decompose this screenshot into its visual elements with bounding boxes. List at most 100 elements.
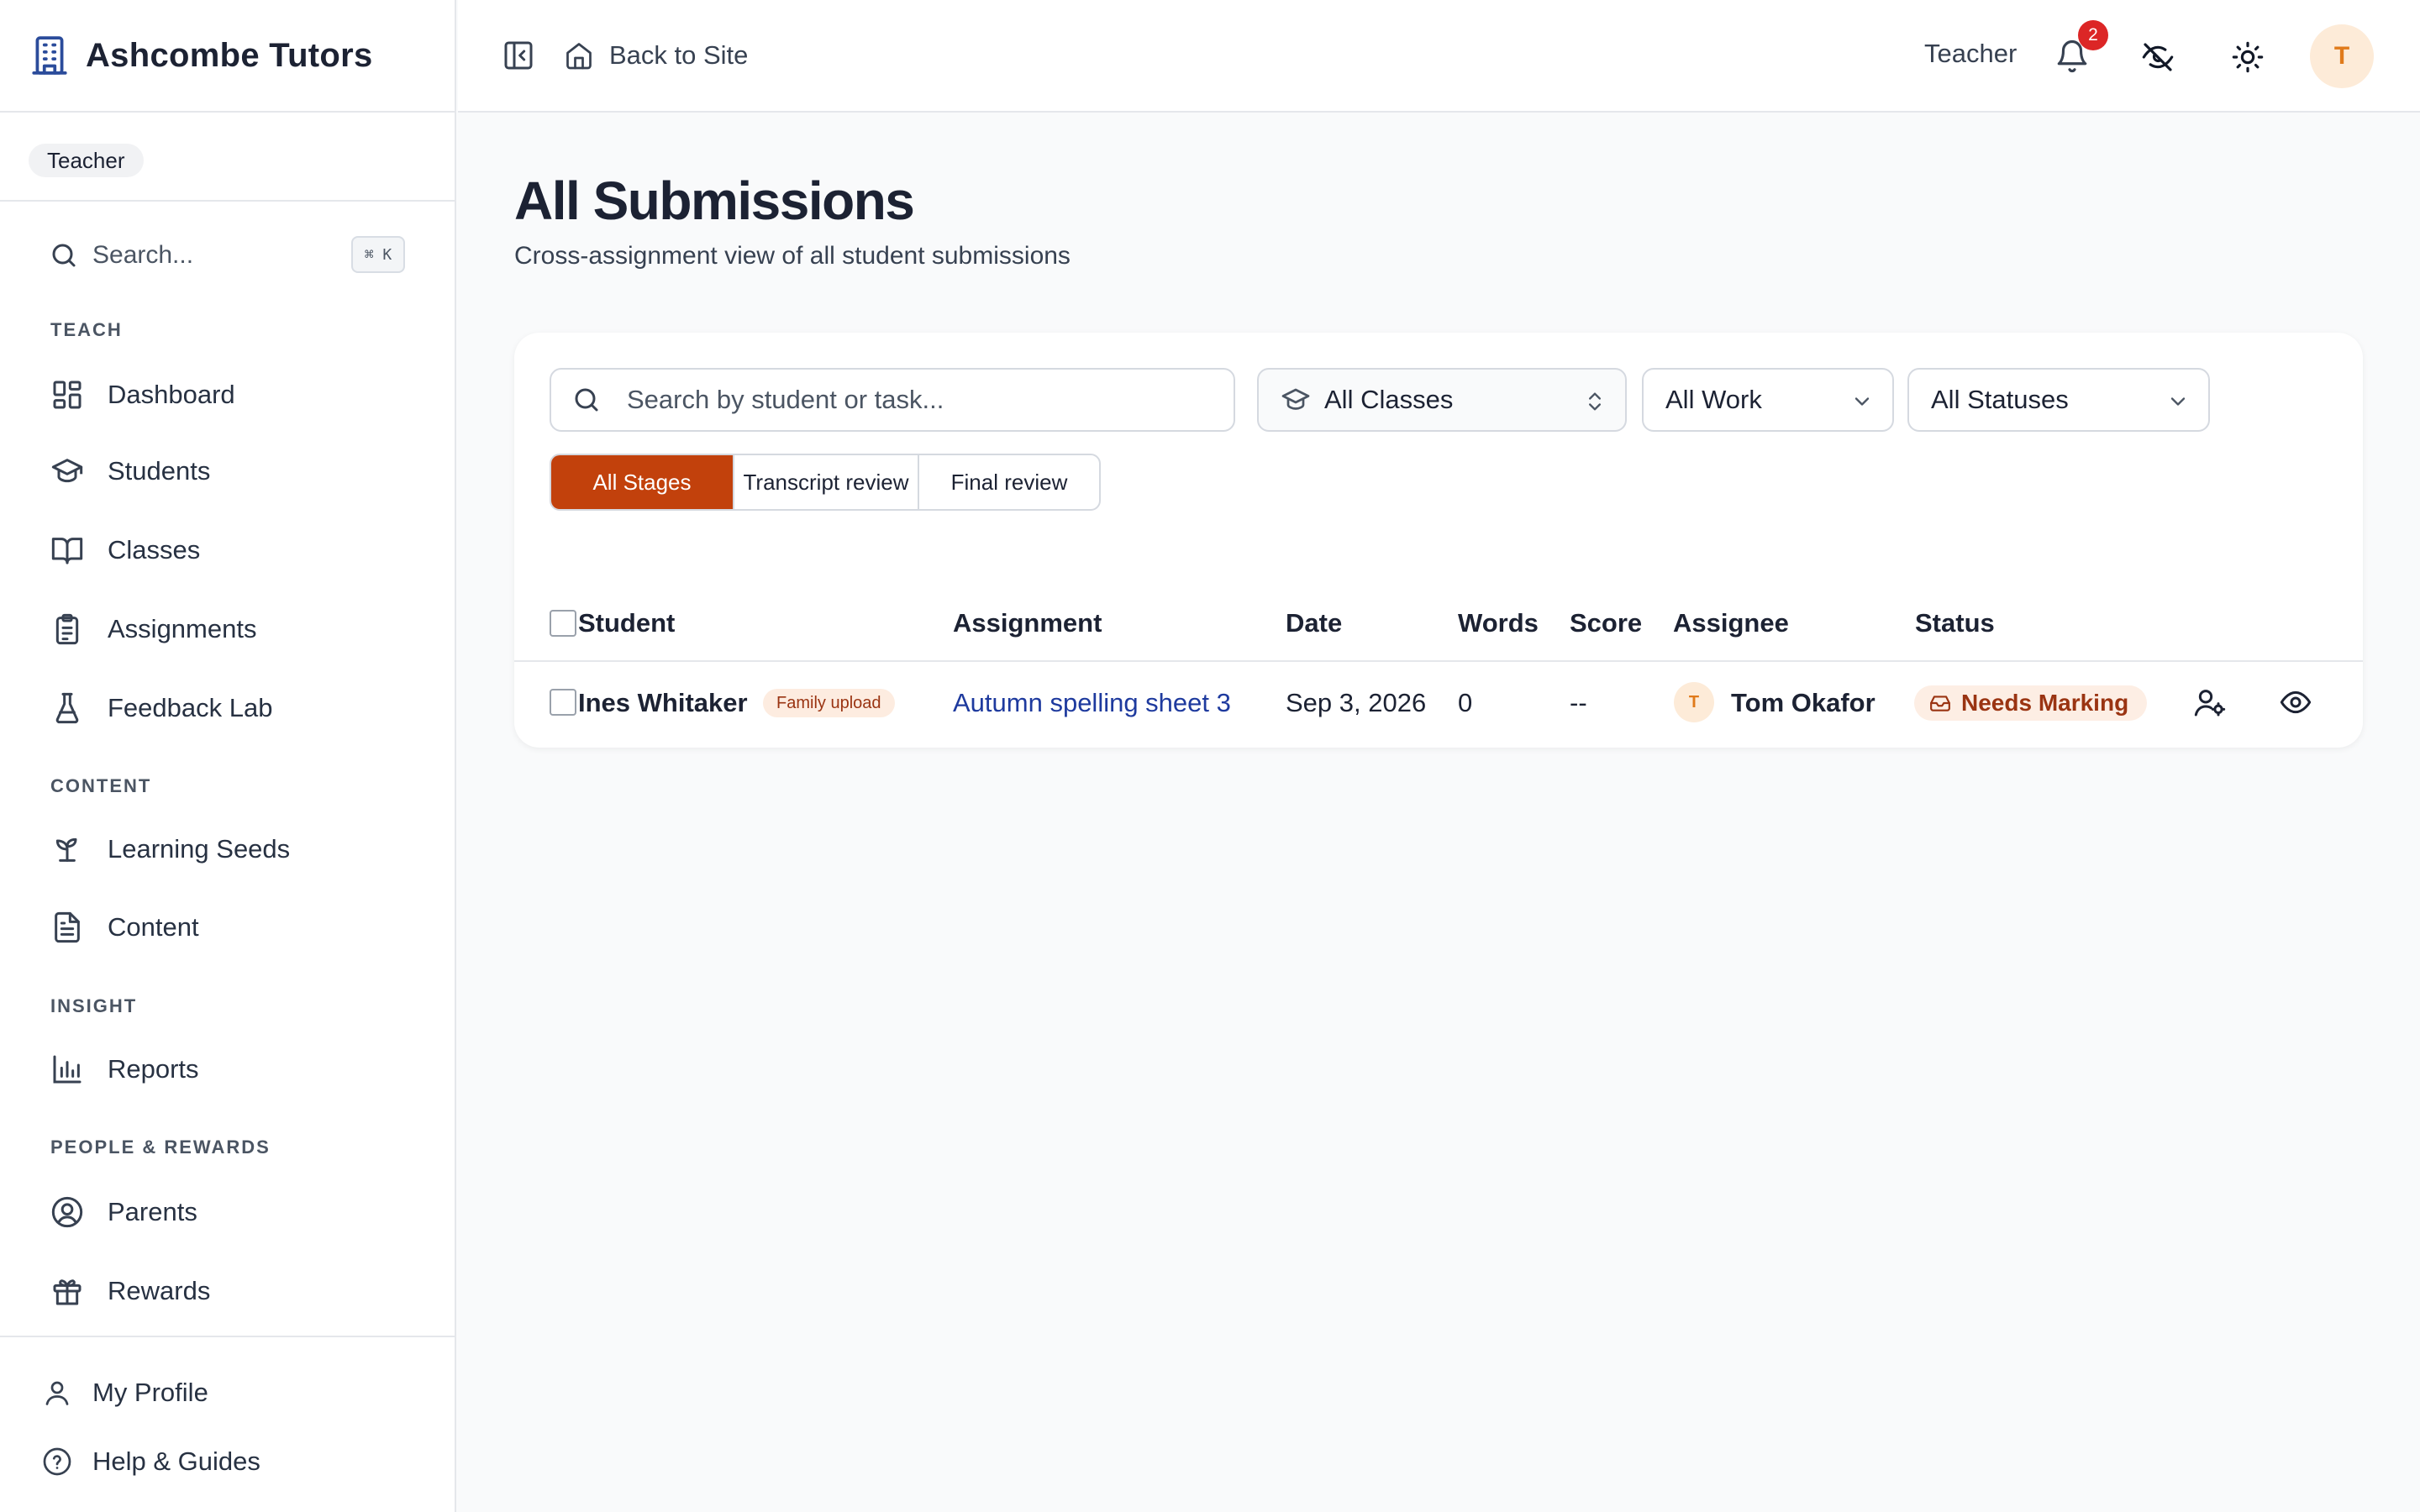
book-open-icon (50, 533, 84, 567)
clipboard-list-icon (50, 612, 84, 646)
chevron-down-icon (2166, 390, 2190, 413)
sidebar-item-feedback-lab[interactable]: Feedback Lab (50, 686, 420, 730)
submission-date: Sep 3, 2026 (1286, 688, 1427, 717)
sidebar-item-reports[interactable]: Reports (50, 1047, 420, 1091)
sidebar: Ashcombe Tutors Teacher Search... ⌘ K TE… (0, 0, 456, 1512)
assignment-link[interactable]: Autumn spelling sheet 3 (953, 688, 1231, 718)
divider (514, 660, 2363, 662)
help-circle-icon (42, 1446, 72, 1477)
student-name[interactable]: Ines Whitaker (578, 688, 748, 718)
chevrons-up-down-icon (1583, 390, 1607, 413)
role-area: Teacher (0, 113, 455, 202)
sidebar-item-label: Assignments (108, 614, 257, 643)
column-header-assignment[interactable]: Assignment (953, 608, 1102, 638)
sidebar-toggle-icon[interactable] (502, 39, 535, 72)
sidebar-item-rewards[interactable]: Rewards (50, 1269, 420, 1313)
back-to-site-label: Back to Site (609, 40, 749, 70)
sidebar-search-placeholder: Search... (92, 241, 194, 269)
sidebar-item-dashboard[interactable]: Dashboard (50, 373, 420, 417)
back-to-site-link[interactable]: Back to Site (564, 37, 748, 74)
building-icon (29, 34, 71, 76)
sidebar-item-label: Students (108, 456, 211, 486)
column-header-score[interactable]: Score (1570, 608, 1642, 638)
class-select-value: All Classes (1324, 385, 1454, 414)
sidebar-item-students[interactable]: Students (50, 449, 420, 493)
role-chip: Teacher (29, 144, 144, 177)
graduation-cap-icon (50, 454, 84, 488)
status-label: Needs Marking (1961, 690, 2129, 716)
assignee-name: Tom Okafor (1731, 688, 1876, 717)
gift-icon (50, 1274, 84, 1308)
search-input[interactable]: Search by student or task... (550, 368, 1235, 432)
work-select[interactable]: All Work (1642, 368, 1894, 432)
section-label-content: CONTENT (50, 775, 152, 796)
stage-filter: All Stages Transcript review Final revie… (550, 454, 1101, 511)
view-eye-icon[interactable] (2279, 685, 2312, 719)
sidebar-item-my-profile[interactable]: My Profile (42, 1372, 208, 1414)
header-role: Teacher (1924, 39, 2018, 68)
work-select-value: All Work (1665, 385, 1762, 414)
home-icon (564, 40, 594, 71)
sidebar-item-learning-seeds[interactable]: Learning Seeds (50, 827, 420, 871)
status-badge: Needs Marking (1914, 685, 2148, 721)
sidebar-item-content[interactable]: Content (50, 906, 420, 949)
status-select[interactable]: All Statuses (1907, 368, 2210, 432)
assignee-avatar: T (1674, 682, 1714, 722)
page-title: All Submissions (514, 171, 915, 231)
inbox-icon (1929, 692, 1951, 714)
sidebar-item-label: Help & Guides (92, 1446, 260, 1476)
sidebar-item-label: Classes (108, 535, 201, 564)
sun-icon[interactable] (2231, 40, 2265, 74)
assign-user-icon[interactable] (2193, 685, 2227, 719)
user-circle-icon (50, 1195, 84, 1229)
column-header-assignee[interactable]: Assignee (1673, 608, 1789, 638)
stage-tab-all[interactable]: All Stages (551, 455, 733, 509)
section-label-teach: TEACH (50, 319, 123, 340)
status-select-value: All Statuses (1931, 385, 2069, 414)
sidebar-item-label: Reports (108, 1054, 199, 1084)
notification-badge: 2 (2078, 20, 2108, 50)
eye-off-icon[interactable] (2141, 40, 2175, 74)
sidebar-item-label: Learning Seeds (108, 834, 291, 864)
score: -- (1570, 688, 1587, 717)
sidebar-footer: My Profile Help & Guides (0, 1336, 456, 1512)
select-all-checkbox[interactable] (550, 610, 576, 637)
graduation-cap-icon (1281, 385, 1311, 415)
column-header-status[interactable]: Status (1915, 608, 1995, 638)
search-placeholder: Search by student or task... (627, 385, 944, 414)
bar-chart-icon (50, 1053, 84, 1086)
sidebar-item-label: My Profile (92, 1378, 208, 1407)
brand[interactable]: Ashcombe Tutors (0, 0, 455, 113)
search-icon (571, 385, 602, 415)
column-header-student[interactable]: Student (578, 608, 675, 638)
flask-icon (50, 691, 84, 725)
sidebar-item-label: Content (108, 912, 199, 942)
sidebar-item-label: Dashboard (108, 380, 235, 409)
class-select[interactable]: All Classes (1257, 368, 1627, 432)
column-header-words[interactable]: Words (1458, 608, 1539, 638)
section-label-insight: INSIGHT (50, 995, 138, 1016)
sidebar-item-label: Rewards (108, 1276, 211, 1305)
top-header: Back to Site Teacher 2 T (458, 0, 2420, 113)
file-text-icon (50, 911, 84, 944)
user-icon (42, 1378, 72, 1408)
sprout-icon (50, 832, 84, 866)
row-checkbox[interactable] (550, 689, 576, 716)
dashboard-icon (50, 378, 84, 412)
sidebar-item-help-guides[interactable]: Help & Guides (42, 1441, 260, 1483)
submissions-card: Search by student or task... All Classes… (514, 333, 2363, 748)
sidebar-item-assignments[interactable]: Assignments (50, 607, 420, 651)
column-header-date[interactable]: Date (1286, 608, 1342, 638)
avatar[interactable]: T (2310, 24, 2374, 88)
word-count: 0 (1458, 688, 1473, 717)
section-label-people-rewards: PEOPLE & REWARDS (50, 1137, 271, 1158)
chevron-down-icon (1850, 390, 1874, 413)
stage-tab-final-review[interactable]: Final review (918, 455, 1099, 509)
search-shortcut: ⌘ K (351, 236, 405, 273)
sidebar-item-parents[interactable]: Parents (50, 1190, 420, 1234)
brand-name: Ashcombe Tutors (86, 36, 373, 74)
sidebar-item-label: Parents (108, 1197, 197, 1226)
stage-tab-transcript-review[interactable]: Transcript review (733, 455, 918, 509)
sidebar-item-classes[interactable]: Classes (50, 528, 420, 572)
search-icon (49, 240, 79, 270)
